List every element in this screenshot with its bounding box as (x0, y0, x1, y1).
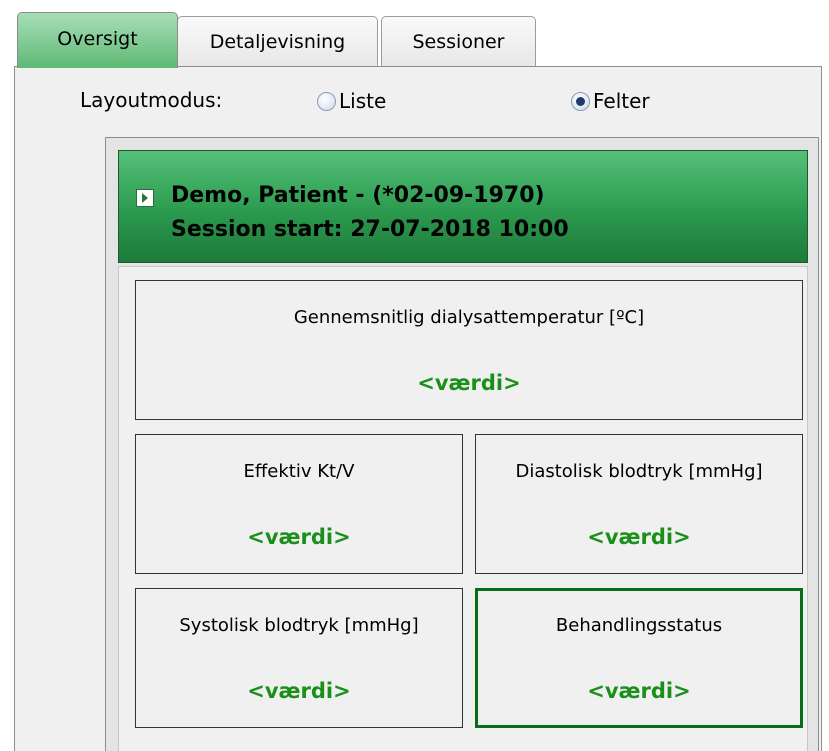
radio-unchecked-icon (317, 91, 336, 111)
patient-header: Demo, Patient - (*02-09-1970) Session st… (118, 150, 808, 263)
tab-sessioner[interactable]: Sessioner (381, 16, 536, 66)
field-dialysate-temperature[interactable]: Gennemsnitlig dialysattemperatur [ºC] <v… (135, 280, 803, 420)
patient-name: Demo, Patient - (*02-09-1970) (171, 183, 545, 208)
field-value: <værdi> (247, 679, 351, 703)
field-value: <værdi> (587, 525, 691, 549)
fields-grid: Gennemsnitlig dialysattemperatur [ºC] <v… (118, 266, 808, 751)
tab-label: Oversigt (57, 28, 138, 50)
field-label: Behandlingsstatus (555, 615, 723, 636)
layout-mode-label: Layoutmodus: (80, 88, 223, 112)
field-label: Systolisk blodtryk [mmHg] (179, 615, 419, 636)
field-label: Gennemsnitlig dialysattemperatur [ºC] (293, 307, 645, 328)
radio-liste[interactable]: Liste (317, 86, 386, 116)
radio-checked-icon (571, 91, 590, 111)
radio-label: Felter (593, 89, 650, 113)
field-systolic-pressure[interactable]: Systolisk blodtryk [mmHg] <værdi> (135, 588, 463, 728)
field-diastolic-pressure[interactable]: Diastolisk blodtryk [mmHg] <værdi> (475, 434, 803, 574)
field-label: Diastolisk blodtryk [mmHg] (515, 461, 763, 482)
field-value: <værdi> (587, 679, 691, 703)
radio-felter[interactable]: Felter (571, 86, 650, 116)
session-start: Session start: 27-07-2018 10:00 (171, 217, 569, 242)
field-value: <værdi> (417, 371, 521, 395)
field-treatment-status[interactable]: Behandlingsstatus <værdi> (475, 588, 803, 728)
field-value: <værdi> (247, 525, 351, 549)
tab-bar: Detaljevisning Sessioner Oversigt (0, 0, 829, 70)
tab-oversigt[interactable]: Oversigt (17, 12, 178, 68)
tab-label: Detaljevisning (209, 31, 346, 53)
radio-label: Liste (339, 89, 387, 113)
expand-arrow-icon[interactable] (136, 189, 154, 207)
field-label: Effektiv Kt/V (243, 461, 355, 482)
tab-label: Sessioner (412, 31, 505, 53)
tab-detaljevisning[interactable]: Detaljevisning (177, 16, 378, 66)
field-effective-ktv[interactable]: Effektiv Kt/V <værdi> (135, 434, 463, 574)
